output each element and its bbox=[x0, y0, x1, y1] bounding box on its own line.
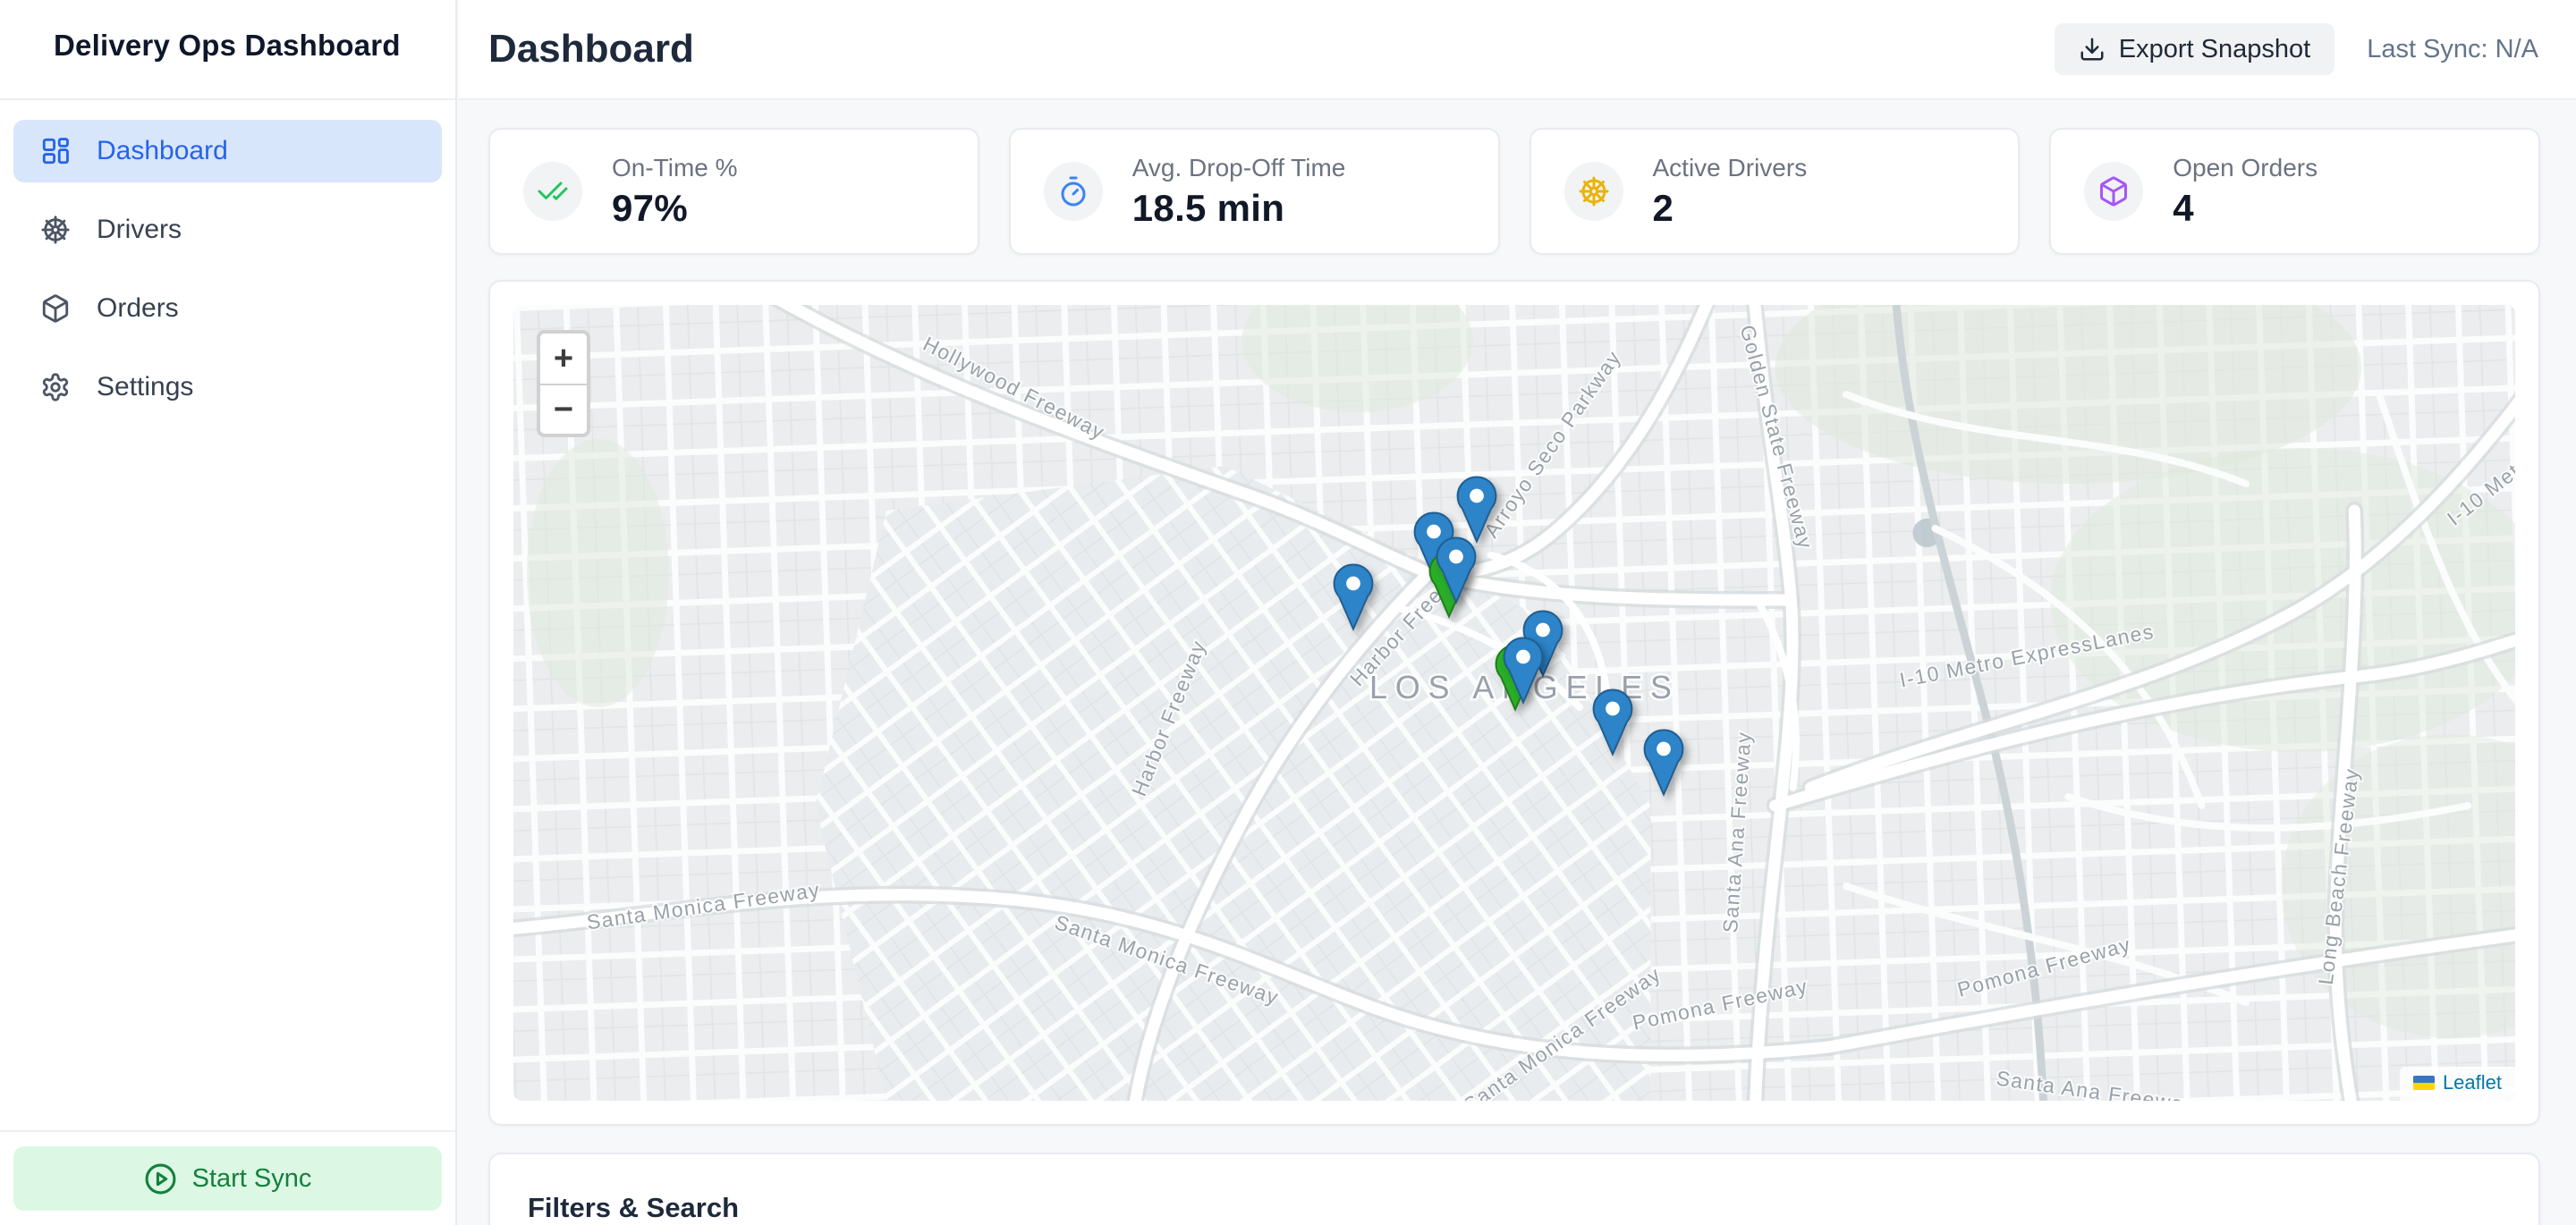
sidebar-item-dashboard[interactable]: Dashboard bbox=[13, 120, 442, 182]
sidebar-item-orders[interactable]: Orders bbox=[13, 277, 442, 340]
layout-dashboard-icon bbox=[40, 136, 71, 166]
map-marker-blue[interactable] bbox=[1333, 563, 1374, 630]
sidebar-item-drivers[interactable]: Drivers bbox=[13, 199, 442, 261]
package-icon bbox=[40, 293, 71, 324]
start-sync-label: Start Sync bbox=[192, 1164, 312, 1194]
stats-row: On-Time % 97% Avg. Drop-Off Time 18.5 mi… bbox=[488, 128, 2540, 255]
gear-icon bbox=[40, 372, 71, 402]
stat-label: Open Orders bbox=[2173, 154, 2318, 182]
timer-icon bbox=[1044, 162, 1103, 221]
sidebar: Delivery Ops Dashboard Dashboard bbox=[0, 0, 457, 1225]
leaflet-attribution-link[interactable]: Leaflet bbox=[2443, 1071, 2502, 1094]
content: On-Time % 97% Avg. Drop-Off Time 18.5 mi… bbox=[459, 100, 2576, 1225]
stat-label: On-Time % bbox=[612, 154, 738, 182]
stat-card-on-time: On-Time % 97% bbox=[488, 128, 979, 255]
sidebar-item-label: Dashboard bbox=[97, 136, 228, 166]
map-canvas[interactable]: LOS ANGELESHollywood FreewayArroyo Seco … bbox=[513, 305, 2515, 1101]
map-zoom-control: + − bbox=[537, 330, 590, 437]
start-sync-button[interactable]: Start Sync bbox=[13, 1146, 442, 1211]
map-marker-blue[interactable] bbox=[1456, 476, 1497, 543]
map-attribution: Leaflet bbox=[2400, 1067, 2515, 1101]
stat-value: 4 bbox=[2173, 187, 2318, 230]
export-snapshot-button[interactable]: Export Snapshot bbox=[2055, 23, 2334, 75]
filters-card: Filters & Search bbox=[488, 1153, 2540, 1225]
sidebar-footer: Start Sync bbox=[0, 1130, 455, 1225]
ship-wheel-icon bbox=[40, 215, 71, 245]
stat-label: Avg. Drop-Off Time bbox=[1132, 154, 1346, 182]
zoom-in-button[interactable]: + bbox=[540, 334, 587, 384]
map-marker-blue[interactable] bbox=[1592, 689, 1633, 756]
sidebar-item-label: Orders bbox=[97, 293, 179, 324]
stat-value: 2 bbox=[1653, 187, 1808, 230]
stat-card-open-orders: Open Orders 4 bbox=[2049, 128, 2540, 255]
page-title: Dashboard bbox=[488, 27, 694, 72]
last-sync-status: Last Sync: N/A bbox=[2367, 35, 2538, 64]
stat-value: 18.5 min bbox=[1132, 187, 1346, 230]
main-area: Dashboard Export Snapshot Last Sync: N/A bbox=[459, 0, 2576, 1225]
export-snapshot-label: Export Snapshot bbox=[2119, 35, 2310, 64]
sidebar-nav: Dashboard Drivers Orders bbox=[0, 100, 455, 1130]
filters-title: Filters & Search bbox=[528, 1192, 2501, 1224]
check-check-icon bbox=[523, 162, 582, 221]
map-marker-blue[interactable] bbox=[1503, 637, 1544, 704]
sidebar-item-label: Drivers bbox=[97, 215, 182, 245]
stat-value: 97% bbox=[612, 187, 738, 230]
stat-card-active-drivers: Active Drivers 2 bbox=[1530, 128, 2021, 255]
sidebar-item-label: Settings bbox=[97, 372, 193, 402]
map-marker-blue[interactable] bbox=[1643, 729, 1684, 796]
stat-label: Active Drivers bbox=[1653, 154, 1808, 182]
marker-layer bbox=[513, 305, 2515, 1101]
ukraine-flag-icon bbox=[2413, 1076, 2435, 1090]
map-card: LOS ANGELESHollywood FreewayArroyo Seco … bbox=[488, 280, 2540, 1126]
topbar: Dashboard Export Snapshot Last Sync: N/A bbox=[459, 0, 2576, 100]
stat-card-dropoff-time: Avg. Drop-Off Time 18.5 min bbox=[1009, 128, 1500, 255]
sidebar-header: Delivery Ops Dashboard bbox=[0, 0, 455, 100]
ship-wheel-icon bbox=[1564, 162, 1623, 221]
sidebar-item-settings[interactable]: Settings bbox=[13, 356, 442, 418]
app-title: Delivery Ops Dashboard bbox=[54, 29, 401, 63]
map-marker-blue[interactable] bbox=[1436, 536, 1477, 604]
zoom-out-button[interactable]: − bbox=[540, 384, 587, 434]
package-icon bbox=[2084, 162, 2143, 221]
